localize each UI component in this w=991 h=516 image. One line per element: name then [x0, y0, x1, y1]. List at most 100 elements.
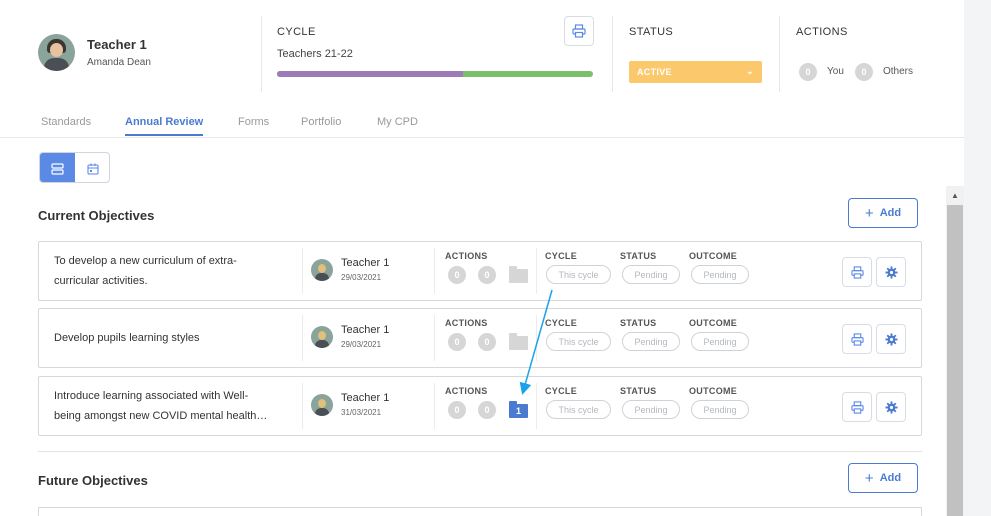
avatar	[38, 34, 75, 71]
cycle-column-header: CYCLE	[545, 386, 578, 396]
action-count[interactable]: 0	[448, 401, 466, 419]
status-column-header: STATUS	[620, 251, 657, 261]
folder-count	[509, 336, 528, 350]
objective-text[interactable]: Develop pupils learning styles	[54, 328, 294, 348]
printer-icon	[850, 265, 864, 279]
print-objective-button[interactable]	[842, 257, 872, 287]
actions-column-header: ACTIONS	[445, 318, 488, 328]
objective-owner: Teacher 1	[341, 324, 390, 336]
folder-icon[interactable]: 1	[509, 401, 528, 418]
printer-icon	[850, 332, 864, 346]
gear-icon	[884, 265, 898, 279]
add-future-objective-button[interactable]: + Add	[848, 463, 918, 493]
profile-header: Teacher 1 Amanda Dean CYCLE Teachers 21-…	[0, 0, 964, 110]
status-chip: Pending	[622, 265, 680, 284]
divider	[434, 383, 435, 429]
cycle-column-header: CYCLE	[545, 318, 578, 328]
scrollbar-thumb[interactable]	[947, 205, 963, 516]
tab-annual-review[interactable]: Annual Review	[125, 116, 204, 136]
actions-column-header: ACTIONS	[445, 386, 488, 396]
gear-icon	[884, 400, 898, 414]
gear-icon	[884, 332, 898, 346]
cycle-progress-bar	[277, 71, 593, 77]
divider	[779, 16, 780, 92]
folder-icon[interactable]	[509, 333, 528, 350]
future-objective-card[interactable]	[38, 507, 922, 516]
objective-owner: Teacher 1	[341, 257, 390, 269]
add-label: Add	[879, 472, 902, 484]
divider	[536, 248, 537, 294]
avatar	[311, 326, 333, 348]
future-objectives-title: Future Objectives	[38, 473, 148, 488]
divider	[434, 248, 435, 294]
action-count[interactable]: 0	[478, 266, 496, 284]
action-count[interactable]: 0	[448, 266, 466, 284]
divider	[612, 16, 613, 92]
actions-column-header: ACTIONS	[445, 251, 488, 261]
view-toggle	[39, 152, 110, 183]
add-current-objective-button[interactable]: + Add	[848, 198, 918, 228]
tab-standards[interactable]: Standards	[41, 116, 91, 134]
objective-card[interactable]: To develop a new curriculum of extra- cu…	[38, 241, 922, 301]
folder-count: 1	[509, 404, 528, 418]
objective-owner: Teacher 1	[341, 392, 390, 404]
objective-text-line: being amongst new COVID mental health…	[54, 410, 268, 422]
list-view-icon	[51, 162, 64, 175]
folder-icon[interactable]	[509, 266, 528, 283]
cycle-chip: This cycle	[546, 400, 611, 419]
status-column-header: STATUS	[620, 386, 657, 396]
outcome-chip: Pending	[691, 332, 749, 351]
actions-others-label: Others	[883, 66, 914, 77]
action-count[interactable]: 0	[478, 333, 496, 351]
tab-my-cpd[interactable]: My CPD	[377, 116, 418, 134]
status-column-header: STATUS	[620, 318, 657, 328]
status-label: STATUS	[629, 26, 674, 38]
status-dropdown[interactable]: ACTIVE ⌄	[629, 61, 762, 83]
actions-others-count[interactable]: 0	[855, 63, 873, 81]
objective-text-line: Introduce learning associated with Well-	[54, 390, 249, 402]
divider	[302, 248, 303, 294]
outcome-column-header: OUTCOME	[689, 318, 738, 328]
actions-you-count[interactable]: 0	[799, 63, 817, 81]
print-objective-button[interactable]	[842, 392, 872, 422]
list-view-button[interactable]	[40, 153, 75, 182]
status-value: ACTIVE	[637, 67, 672, 77]
action-count[interactable]: 0	[478, 401, 496, 419]
objective-date: 29/03/2021	[341, 340, 382, 349]
tab-forms[interactable]: Forms	[238, 116, 269, 134]
objective-settings-button[interactable]	[876, 392, 906, 422]
objective-card[interactable]: Develop pupils learning styles Teacher 1…	[38, 308, 922, 368]
scrollbar[interactable]: ▲	[946, 186, 964, 516]
calendar-view-button[interactable]	[75, 153, 109, 182]
cycle-label: CYCLE	[277, 26, 316, 38]
main-panel: Teacher 1 Amanda Dean CYCLE Teachers 21-…	[0, 0, 964, 516]
profile-subname: Amanda Dean	[87, 57, 151, 68]
tab-bar: Standards Annual Review Forms Portfolio …	[0, 110, 964, 138]
outcome-chip: Pending	[691, 265, 749, 284]
print-button[interactable]	[564, 16, 594, 46]
status-chip: Pending	[622, 332, 680, 351]
avatar	[311, 259, 333, 281]
objective-text[interactable]: To develop a new curriculum of extra- cu…	[54, 251, 294, 291]
objective-text-line: curricular activities.	[54, 275, 148, 287]
cycle-chip: This cycle	[546, 265, 611, 284]
scroll-up-arrow-icon[interactable]: ▲	[946, 186, 964, 204]
cycle-progress-fill	[277, 71, 464, 77]
objective-settings-button[interactable]	[876, 324, 906, 354]
section-divider	[38, 451, 922, 452]
tab-portfolio[interactable]: Portfolio	[301, 116, 341, 134]
add-label: Add	[879, 207, 902, 219]
objective-card[interactable]: Introduce learning associated with Well-…	[38, 376, 922, 436]
outcome-chip: Pending	[691, 400, 749, 419]
print-objective-button[interactable]	[842, 324, 872, 354]
divider	[536, 383, 537, 429]
outcome-column-header: OUTCOME	[689, 386, 738, 396]
cycle-value: Teachers 21-22	[277, 48, 353, 60]
objective-text[interactable]: Introduce learning associated with Well-…	[54, 386, 294, 426]
action-count[interactable]: 0	[448, 333, 466, 351]
objective-settings-button[interactable]	[876, 257, 906, 287]
divider	[434, 315, 435, 361]
divider	[261, 16, 262, 92]
calendar-icon	[87, 163, 99, 175]
profile-name: Teacher 1	[87, 37, 147, 52]
